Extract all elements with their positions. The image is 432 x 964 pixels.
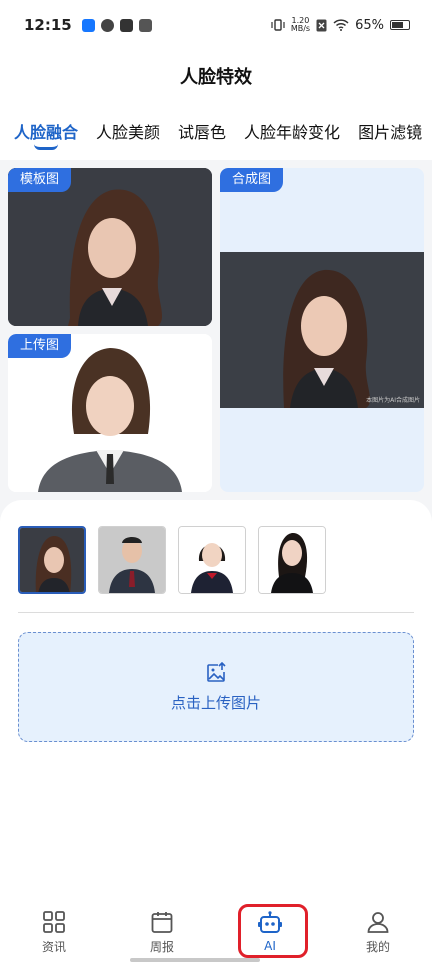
woman-long-hair-thumbnail	[20, 528, 84, 592]
tab-label: 试唇色	[178, 123, 227, 142]
app-icon	[100, 18, 114, 32]
woman-black-suit-thumbnail	[259, 527, 325, 593]
girl-uniform-thumbnail	[179, 527, 245, 593]
man-suit-thumbnail	[99, 527, 165, 593]
nav-label: 资讯	[41, 939, 66, 954]
tab-label: 人脸美颜	[96, 123, 161, 142]
result-portrait-image: 本图片为AI合成图片	[220, 252, 424, 408]
grid-icon	[43, 910, 65, 933]
status-right: 1.20 MB/s 65%	[271, 17, 410, 33]
play-icon	[119, 18, 133, 32]
message-icon	[138, 18, 152, 32]
result-image-panel: 本图片为AI合成图片 合成图	[220, 168, 424, 492]
upload-label: 点击上传图片	[170, 693, 261, 712]
tab-face-age[interactable]: 人脸年龄变化	[244, 102, 340, 160]
template-tag: 模板图	[8, 168, 72, 192]
nav-label: 我的	[365, 939, 390, 954]
status-time: 12:15	[24, 16, 72, 34]
template-image-panel: 模板图	[8, 168, 212, 326]
image-upload-icon	[207, 661, 226, 682]
speed-unit: MB/s	[290, 24, 311, 33]
home-indicator[interactable]	[130, 958, 260, 962]
effect-tabs: 人脸融合 人脸美颜 试唇色 人脸年龄变化 图片滤镜	[0, 102, 432, 160]
alipay-icon	[81, 18, 95, 32]
upload-image-button[interactable]: 点击上传图片	[18, 632, 414, 742]
nav-item-profile[interactable]: 我的	[324, 900, 432, 964]
no-sim-icon	[316, 19, 327, 31]
tab-face-beauty[interactable]: 人脸美颜	[96, 102, 160, 160]
bottom-navigation: 资讯 周报 AI 我的	[0, 900, 432, 964]
tab-face-fusion[interactable]: 人脸融合	[14, 102, 78, 160]
result-tag: 合成图	[220, 168, 284, 192]
ai-nav-highlight-box	[238, 904, 308, 958]
upload-tag: 上传图	[8, 334, 72, 358]
nav-label: 周报	[149, 939, 174, 954]
ai-watermark: 本图片为AI合成图片	[366, 397, 420, 404]
template-thumbnail[interactable]	[18, 526, 86, 594]
tab-label: 图片滤镜	[358, 123, 423, 142]
tab-label: 人脸年龄变化	[244, 123, 341, 142]
network-speed: 1.20 MB/s	[291, 17, 310, 33]
template-thumbnails	[18, 526, 326, 594]
nav-item-news[interactable]: 资讯	[0, 900, 108, 964]
nav-item-weekly[interactable]: 周报	[108, 900, 216, 964]
template-thumbnail[interactable]	[178, 526, 246, 594]
result-portrait-svg	[220, 252, 424, 408]
battery-icon	[390, 20, 410, 30]
upload-image-panel[interactable]: 上传图	[8, 334, 212, 492]
app-header: 人脸特效	[0, 50, 432, 102]
status-left: 12:15	[24, 16, 152, 34]
tab-lip-color[interactable]: 试唇色	[178, 102, 226, 160]
template-thumbnail[interactable]	[258, 526, 326, 594]
template-thumbnail[interactable]	[98, 526, 166, 594]
tab-active-indicator	[34, 144, 59, 150]
person-icon	[367, 911, 389, 933]
template-selector-sheet: 点击上传图片	[0, 500, 432, 900]
battery-percent: 65%	[355, 17, 384, 33]
vibrate-icon	[271, 19, 285, 31]
tab-image-filter[interactable]: 图片滤镜	[358, 102, 422, 160]
wifi-icon	[333, 19, 349, 31]
status-bar: 12:15 1.20 MB/s 65%	[0, 0, 432, 50]
divider	[18, 612, 414, 613]
page-title: 人脸特效	[180, 67, 252, 88]
calendar-icon	[151, 911, 173, 933]
tab-label: 人脸融合	[14, 123, 79, 142]
